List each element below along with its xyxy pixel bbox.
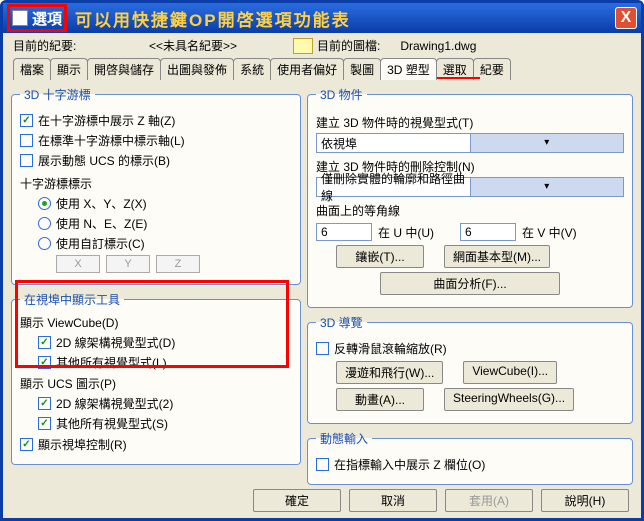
apply-button[interactable]: 套用(A) [445,489,533,512]
chk-reverse-wheel[interactable] [316,342,329,355]
btn-walk-fly[interactable]: 漫遊和飛行(W)... [336,361,443,384]
custom-z[interactable]: Z [156,255,200,273]
sel-visual-style[interactable]: 依視埠▾ [316,133,624,153]
tab-5[interactable]: 使用者偏好 [270,58,344,80]
current-profile-label: 目前的紀要: [13,37,93,54]
help-button[interactable]: 說明(H) [541,489,629,512]
chk-vc-other[interactable] [38,356,51,369]
drawing-filename: Drawing1.dwg [400,39,476,53]
chk-ucs-2d[interactable] [38,397,51,410]
rdo-custom[interactable] [38,237,51,250]
tab-3[interactable]: 出圖與發佈 [160,58,234,80]
chevron-down-icon: ▾ [470,178,624,196]
sel-delete-ctrl[interactable]: 僅刪除實體的輪廓和路徑曲線▾ [316,177,624,197]
group-3d-nav: 3D 導覽 反轉滑鼠滾輪縮放(R) 漫遊和飛行(W)... ViewCube(I… [307,314,633,424]
group-3d-objects: 3D 物件 建立 3D 物件時的視覺型式(T) 依視埠▾ 建立 3D 物件時的刪… [307,86,633,308]
btn-surface-analysis[interactable]: 曲面分析(F)... [380,272,560,295]
chk-ucs-other[interactable] [38,417,51,430]
input-u[interactable] [316,223,372,241]
tab-4[interactable]: 系統 [233,58,271,80]
drawing-icon [293,38,313,54]
group-viewport-tools: 在視埠中顯示工具 顯示 ViewCube(D) 2D 線架構視覺型式(D) 其他… [11,291,301,465]
rdo-nez[interactable] [38,217,51,230]
btn-viewcube[interactable]: ViewCube(I)... [463,361,557,384]
chevron-down-icon: ▾ [470,134,624,152]
group-3d-crosshair: 3D 十字游標 在十字游標中展示 Z 軸(Z) 在標準十字游標中標示軸(L) 展… [11,86,301,285]
chk-show-z-field[interactable] [316,458,329,471]
chk-dynamic-ucs[interactable] [20,154,33,167]
profile-name: <<未具名紀要>> [93,37,293,54]
btn-tessellation[interactable]: 鑲嵌(T)... [336,245,424,268]
tab-1[interactable]: 顯示 [50,58,88,80]
chk-vc-2d[interactable] [38,336,51,349]
btn-animation[interactable]: 動畫(A)... [336,388,424,411]
tab-2[interactable]: 開啓與儲存 [87,58,161,80]
tab-6[interactable]: 製圖 [343,58,381,80]
title-area: 選項 [7,4,67,32]
rdo-xyz[interactable] [38,197,51,210]
btn-mesh-primitives[interactable]: 網面基本型(M)... [444,245,550,268]
cancel-button[interactable]: 取消 [349,489,437,512]
app-icon [12,10,28,26]
btn-steeringwheels[interactable]: SteeringWheels(G)... [444,388,574,411]
custom-y[interactable]: Y [106,255,150,273]
chk-label-axes[interactable] [20,134,33,147]
chk-viewport-ctrl[interactable] [20,438,33,451]
group-dyn-input: 動態輸入 在指標輸入中展示 Z 欄位(O) [307,430,633,485]
window-subtitle: 可以用快捷鍵OP開啓選項功能表 [75,6,351,31]
custom-x[interactable]: X [56,255,100,273]
close-button[interactable]: X [615,7,637,29]
input-v[interactable] [460,223,516,241]
window-title: 選項 [32,8,62,29]
ok-button[interactable]: 確定 [253,489,341,512]
chk-show-z[interactable] [20,114,33,127]
tab-0[interactable]: 檔案 [13,58,51,80]
current-drawing-label: 目前的圖檔: [317,37,380,54]
tab-7[interactable]: 3D 塑型 [380,58,437,80]
